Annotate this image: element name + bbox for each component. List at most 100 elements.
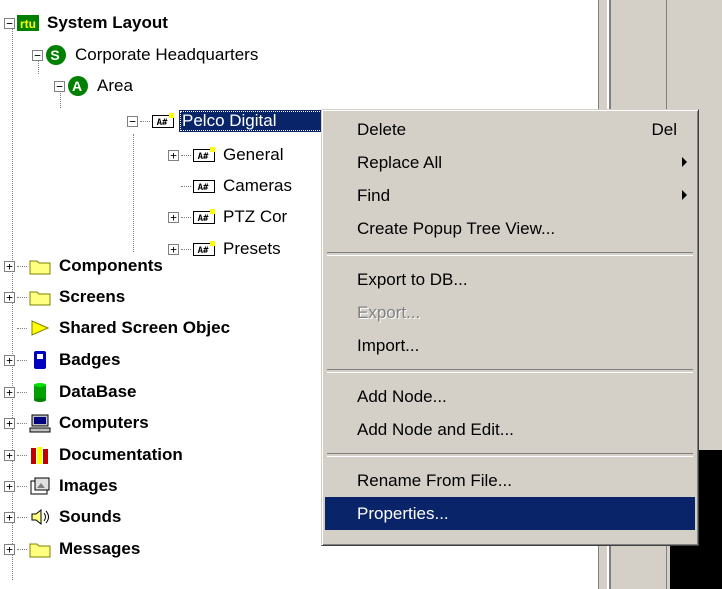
tree-item-pelco-digital[interactable]: − A# Pelco Digital (127, 106, 337, 136)
menu-item-properties[interactable]: Properties... (325, 497, 695, 530)
database-icon (29, 382, 51, 402)
node-icon: A# (152, 111, 174, 131)
node-icon: A# (193, 207, 215, 227)
menu-item-label: Properties... (357, 503, 449, 523)
tree-label: Computers (59, 413, 149, 432)
folder-icon (29, 539, 51, 559)
tree-item-documentation[interactable]: + Documentation (4, 440, 186, 470)
tree-item-cameras[interactable]: A# Cameras (181, 171, 295, 201)
menu-item-label: Find (357, 185, 391, 205)
expand-icon[interactable]: + (4, 449, 15, 461)
expand-icon[interactable]: + (4, 543, 15, 555)
node-icon-text: A# (157, 118, 168, 128)
menu-item-rename-from-file[interactable]: Rename From File... (325, 464, 695, 497)
tree-item-area[interactable]: − A Area (54, 71, 136, 101)
menu-item-label: Export... (357, 302, 421, 322)
tree-label: Area (97, 76, 133, 95)
tree-item-shared-screen-objects[interactable]: Shared Screen Objec (17, 313, 233, 343)
tree-label: Components (59, 256, 163, 275)
menu-separator (327, 369, 693, 373)
tree-label: Cameras (223, 176, 292, 195)
rtu-icon-text: rtu (20, 17, 36, 31)
folder-icon (29, 287, 51, 307)
menu-separator (327, 252, 693, 256)
books-icon (29, 445, 51, 465)
tree-item-system-layout[interactable]: − rtu System Layout (4, 8, 171, 38)
tree-item-computers[interactable]: + Computers (4, 408, 152, 438)
collapse-icon[interactable]: − (127, 115, 138, 127)
tree-item-database[interactable]: + DataBase (4, 377, 140, 407)
area-icon: A (67, 76, 89, 96)
tree-item-screens[interactable]: + Screens (4, 282, 128, 312)
menu-item-create-popup-tree-view[interactable]: Create Popup Tree View... (325, 212, 695, 245)
collapse-icon[interactable]: − (32, 49, 43, 61)
expand-icon[interactable]: + (4, 291, 15, 303)
menu-item-label: Replace All (357, 152, 443, 172)
expand-icon[interactable]: + (168, 211, 179, 223)
tree-label: Screens (59, 287, 126, 306)
computer-icon (29, 413, 51, 433)
menu-item-label: Add Node... (357, 386, 447, 406)
expand-icon[interactable]: + (168, 149, 179, 161)
tree-item-sounds[interactable]: + Sounds (4, 502, 124, 532)
tree-label: PTZ Cor (223, 207, 288, 226)
expand-icon[interactable]: + (168, 243, 179, 255)
expand-icon[interactable]: + (4, 511, 15, 523)
tree-item-corporate-headquarters[interactable]: − S Corporate Headquarters (32, 40, 261, 70)
node-icon-text: A# (198, 152, 209, 162)
expand-icon[interactable]: + (4, 417, 15, 429)
site-icon: S (45, 45, 67, 65)
tree-label: Documentation (59, 445, 183, 464)
tree-item-images[interactable]: + Images (4, 471, 121, 501)
submenu-arrow-icon (682, 190, 687, 200)
tree-label: Pelco Digital (179, 110, 337, 132)
menu-item-find[interactable]: Find (325, 179, 695, 212)
tree-label: Shared Screen Objec (59, 318, 231, 337)
expand-icon[interactable]: + (4, 260, 15, 272)
collapse-icon[interactable]: − (4, 17, 15, 29)
node-icon-text: A# (198, 183, 209, 193)
speaker-icon (29, 507, 51, 527)
node-icon: A# (193, 239, 215, 259)
tree-label: Badges (59, 350, 121, 369)
triangle-icon (29, 318, 51, 338)
menu-item-replace-all[interactable]: Replace All (325, 146, 695, 179)
menu-item-label: Import... (357, 335, 420, 355)
node-icon-text: A# (198, 246, 209, 256)
tree-label: Corporate Headquarters (75, 45, 259, 64)
tree-label: Presets (223, 239, 281, 258)
folder-icon (29, 256, 51, 276)
menu-item-import[interactable]: Import... (325, 329, 695, 362)
menu-item-label: Create Popup Tree View... (357, 218, 556, 238)
tree-guide-line (133, 134, 134, 252)
collapse-icon[interactable]: − (54, 80, 65, 92)
context-menu: Delete Del Replace All Find Create Popup… (321, 109, 699, 546)
menu-item-shortcut: Del (651, 119, 677, 139)
badge-icon (29, 350, 51, 370)
submenu-arrow-icon (682, 157, 687, 167)
menu-item-label: Rename From File... (357, 470, 512, 490)
tree-item-general[interactable]: + A# General (168, 140, 286, 170)
menu-separator (327, 453, 693, 457)
expand-icon[interactable]: + (4, 354, 15, 366)
tree-item-badges[interactable]: + Badges (4, 345, 123, 375)
menu-item-label: Export to DB... (357, 269, 468, 289)
tree-label: General (223, 145, 284, 164)
menu-item-export-to-db[interactable]: Export to DB... (325, 263, 695, 296)
tree-label: Sounds (59, 507, 122, 526)
tree-item-components[interactable]: + Components (4, 251, 166, 281)
expand-icon[interactable]: + (4, 386, 15, 398)
tree-item-ptz-control[interactable]: + A# PTZ Cor (168, 202, 290, 232)
expand-icon[interactable]: + (4, 480, 15, 492)
menu-item-delete[interactable]: Delete Del (325, 113, 695, 146)
tree-item-messages[interactable]: + Messages (4, 534, 143, 564)
node-icon-text: A# (198, 214, 209, 224)
node-icon: A# (193, 176, 215, 196)
menu-item-add-node[interactable]: Add Node... (325, 380, 695, 413)
images-icon (29, 476, 51, 496)
menu-item-add-node-and-edit[interactable]: Add Node and Edit... (325, 413, 695, 446)
tree-item-presets[interactable]: + A# Presets (168, 234, 284, 264)
tree-label: System Layout (47, 13, 168, 32)
tree-label: Images (59, 476, 118, 495)
menu-item-label: Add Node and Edit... (357, 419, 514, 439)
